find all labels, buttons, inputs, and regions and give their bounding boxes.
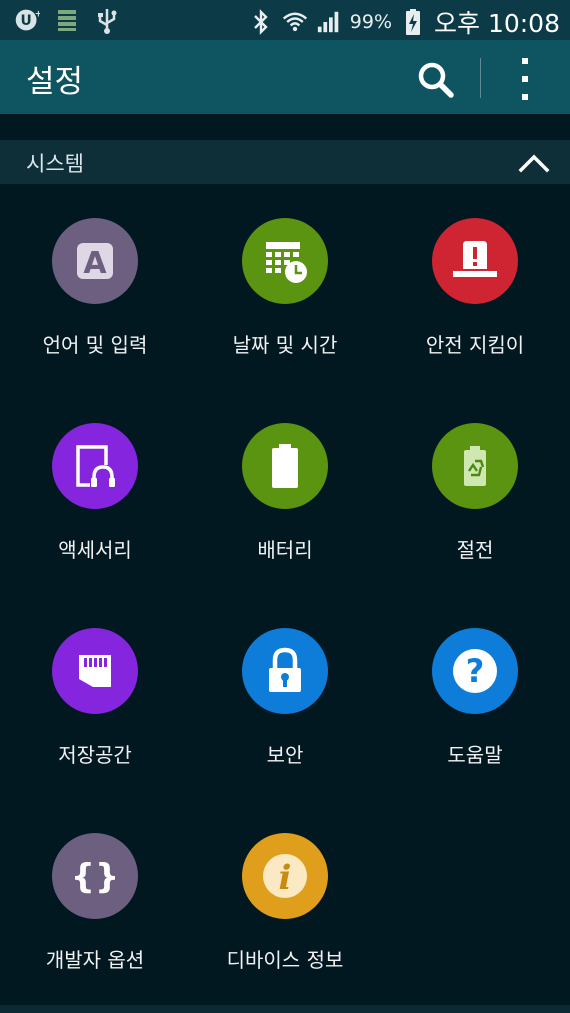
- settings-item-developer[interactable]: {} 개발자 옵션: [0, 799, 190, 1004]
- settings-item-label: 날짜 및 시간: [232, 333, 338, 357]
- storage-icon: [52, 628, 138, 714]
- info-icon: i: [242, 833, 328, 919]
- power-saving-icon: [432, 423, 518, 509]
- developer-icon: {}: [52, 833, 138, 919]
- settings-item-label: 개발자 옵션: [45, 948, 145, 972]
- section-gap: [0, 114, 570, 140]
- section-header-system[interactable]: 시스템: [0, 140, 570, 184]
- bluetooth-icon: [248, 8, 274, 36]
- battery-percent: 99%: [349, 11, 392, 33]
- settings-item-battery[interactable]: 배터리: [190, 389, 380, 594]
- svg-text:?: ?: [466, 652, 485, 690]
- section-title: 시스템: [26, 152, 84, 176]
- settings-item-safety[interactable]: 안전 지킴이: [380, 184, 570, 389]
- page-title: 설정: [26, 64, 84, 100]
- status-bar: U +: [0, 0, 570, 40]
- lock-icon: [242, 628, 328, 714]
- settings-item-language[interactable]: A 언어 및 입력: [0, 184, 190, 389]
- settings-item-device-info[interactable]: i 디바이스 정보: [190, 799, 380, 1004]
- signal-icon: [316, 8, 342, 36]
- svg-text:i: i: [279, 858, 292, 898]
- settings-item-label: 절전: [456, 538, 494, 562]
- usb-icon: [94, 6, 120, 34]
- svg-text:{}: {}: [71, 857, 119, 897]
- settings-item-date-time[interactable]: 날짜 및 시간: [190, 184, 380, 389]
- svg-text:A: A: [83, 246, 107, 281]
- wifi-icon: [282, 8, 308, 36]
- settings-item-label: 언어 및 입력: [42, 333, 148, 357]
- emergency-icon: [432, 218, 518, 304]
- search-icon: [418, 62, 454, 98]
- settings-item-accessory[interactable]: 액세서리: [0, 389, 190, 594]
- settings-item-power-saving[interactable]: 절전: [380, 389, 570, 594]
- collapse-button[interactable]: [516, 146, 552, 178]
- settings-item-storage[interactable]: 저장공간: [0, 594, 190, 799]
- language-icon: A: [52, 218, 138, 304]
- settings-item-label: 보안: [266, 743, 304, 767]
- bottom-divider: [0, 1005, 570, 1013]
- calendar-clock-icon: [242, 218, 328, 304]
- accessory-icon: [52, 423, 138, 509]
- help-icon: ?: [432, 628, 518, 714]
- status-time: 오후 10:08: [434, 9, 560, 38]
- settings-item-label: 배터리: [257, 538, 313, 562]
- settings-item-label: 도움말: [447, 743, 503, 767]
- settings-item-help[interactable]: ? 도움말: [380, 594, 570, 799]
- settings-item-security[interactable]: 보안: [190, 594, 380, 799]
- settings-item-label: 디바이스 정보: [226, 948, 344, 972]
- battery-charging-icon: [400, 8, 426, 36]
- app-bar-divider: [480, 58, 481, 98]
- search-button[interactable]: [412, 56, 460, 104]
- app-bar: 설정: [0, 40, 570, 114]
- sim-card-icon: [54, 6, 80, 34]
- settings-item-label: 안전 지킴이: [425, 333, 525, 357]
- svg-text:+: +: [35, 10, 40, 20]
- battery-icon: [242, 423, 328, 509]
- more-vert-icon: [522, 58, 528, 100]
- u-plus-icon: U +: [14, 6, 40, 34]
- more-options-button[interactable]: [505, 54, 545, 104]
- svg-text:U: U: [21, 13, 32, 29]
- settings-item-label: 액세서리: [58, 538, 132, 562]
- settings-item-label: 저장공간: [58, 743, 132, 767]
- chevron-up-icon: [518, 154, 550, 173]
